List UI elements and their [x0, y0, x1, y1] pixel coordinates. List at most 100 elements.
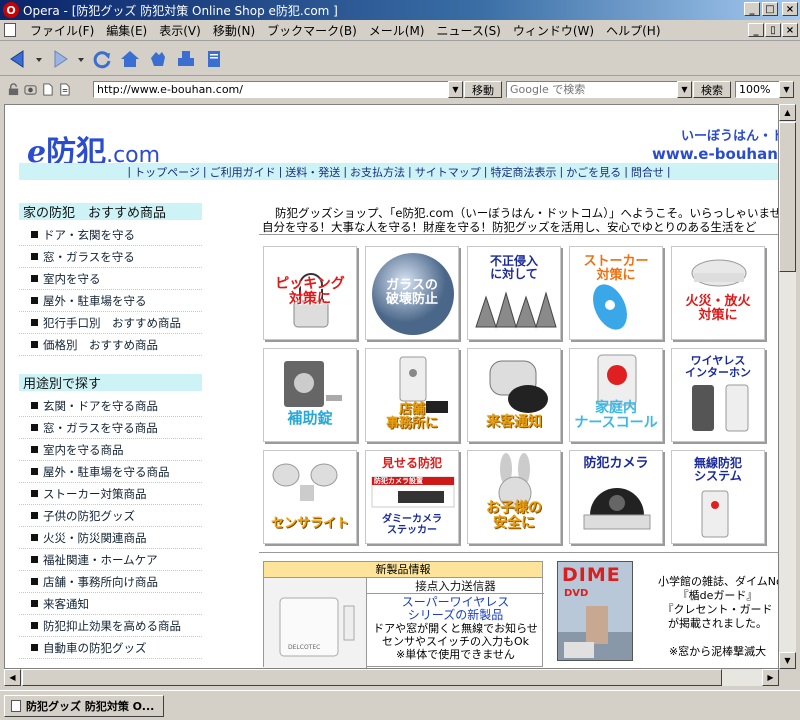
magazine-cover[interactable]: DIME DVD: [557, 561, 633, 661]
new-product-description: スーパーワイヤレス シリーズの新製品 ドアや窓が開くと無線でお知らせ センサやス…: [373, 595, 538, 662]
lock-icon[interactable]: [6, 82, 20, 96]
menu-bookmarks[interactable]: ブックマーク(B): [261, 22, 363, 39]
sidebar-item[interactable]: 火災・防災関連商品: [19, 527, 202, 549]
sidebar-item[interactable]: 玄関・ドアを守る商品: [19, 395, 202, 417]
notes-button[interactable]: [202, 46, 226, 72]
bookmark-icon[interactable]: [57, 82, 71, 96]
sidebar-item[interactable]: 来客通知: [19, 593, 202, 615]
nav-cart[interactable]: かごを見る: [563, 164, 624, 180]
search-button[interactable]: 検索: [693, 81, 731, 98]
horizontal-scrollbar[interactable]: ◀ ▶: [4, 669, 779, 686]
tile-stalker[interactable]: ストーカー 対策に: [569, 246, 663, 340]
menu-news[interactable]: ニュース(S): [430, 22, 506, 39]
page-icon[interactable]: [40, 82, 54, 96]
doc-close-button[interactable]: ×: [782, 23, 798, 37]
tile-children[interactable]: お子様の 安全に: [467, 450, 561, 544]
home-button[interactable]: [118, 46, 142, 72]
menu-view[interactable]: 表示(V): [153, 22, 207, 39]
tile-store-office[interactable]: 店舗 事務所に: [365, 348, 459, 442]
menu-edit[interactable]: 編集(E): [100, 22, 153, 39]
menu-window[interactable]: ウィンドウ(W): [507, 22, 600, 39]
doc-restore-button[interactable]: ▯: [765, 23, 781, 37]
nav-contact[interactable]: 問合せ: [628, 164, 667, 180]
sidebar-item[interactable]: 室内を守る: [19, 268, 202, 290]
menu-navigate[interactable]: 移動(N): [207, 22, 261, 39]
new-product-box[interactable]: 新製品情報 DELCOTEC 接点入力送信器 スーパーワイヤレス シリーズの新製…: [263, 561, 544, 668]
document-icon: [11, 699, 21, 712]
new-product-title[interactable]: 接点入力送信器: [367, 578, 544, 594]
sidebar-item[interactable]: 店舗・事務所向け商品: [19, 571, 202, 593]
menu-file[interactable]: ファイル(F): [24, 22, 100, 39]
print-icon: [178, 50, 194, 66]
print-button[interactable]: [174, 46, 198, 72]
nav-top-page[interactable]: トップページ: [131, 164, 203, 180]
tile-wireless-intercom[interactable]: ワイヤレス インターホン: [671, 348, 765, 442]
vertical-scroll-thumb[interactable]: [779, 122, 796, 272]
page-tab[interactable]: 防犯グッズ 防犯対策 O...: [4, 694, 164, 717]
close-button[interactable]: ×: [782, 2, 798, 16]
scroll-down-arrow-icon[interactable]: ▼: [779, 652, 796, 669]
minimize-button[interactable]: _: [744, 2, 760, 16]
sidebar-item[interactable]: 自動車の防犯グッズ: [19, 637, 202, 659]
back-button[interactable]: [6, 46, 30, 72]
horizontal-scroll-thumb[interactable]: [22, 669, 722, 686]
zoom-field[interactable]: [735, 81, 780, 98]
tile-fire[interactable]: 火災・放火 対策に: [671, 246, 765, 340]
scroll-left-arrow-icon[interactable]: ◀: [4, 669, 21, 686]
sidebar-item[interactable]: 子供の防犯グッズ: [19, 505, 202, 527]
tile-picking[interactable]: ピッキング 対策に: [263, 246, 357, 340]
reload-button[interactable]: [90, 46, 114, 72]
sidebar-item[interactable]: 犯行手口別 おすすめ商品: [19, 312, 202, 334]
tile-label: 来客通知: [486, 414, 542, 430]
tile-dummy-camera[interactable]: 見せる防犯 防犯カメラ設置 ダミーカメラ ステッカー: [365, 450, 459, 544]
sidebar-item[interactable]: 屋外・駐車場を守る商品: [19, 461, 202, 483]
tile-auxiliary-lock[interactable]: 補助錠: [263, 348, 357, 442]
hotlist-button[interactable]: [146, 46, 170, 72]
address-dropdown-button[interactable]: ▼: [448, 81, 463, 98]
tile-sensor-light[interactable]: センサライト: [263, 450, 357, 544]
tile-nurse-call[interactable]: 家庭内 ナースコール: [569, 348, 663, 442]
sidebar-item[interactable]: 防犯抑止効果を高める商品: [19, 615, 202, 637]
search-input[interactable]: [506, 81, 678, 98]
wand-icon[interactable]: [23, 82, 37, 96]
sidebar-section-title: 家の防犯 おすすめ商品: [19, 203, 202, 221]
vertical-scrollbar[interactable]: ▲ ▼: [779, 104, 796, 669]
tile-wireless-system[interactable]: 無線防犯 システム: [671, 450, 765, 544]
tile-visitor[interactable]: 来客通知: [467, 348, 561, 442]
scrollbar-corner: [779, 669, 796, 686]
sidebar-item[interactable]: 屋外・駐車場を守る: [19, 290, 202, 312]
maximize-button[interactable]: □: [762, 2, 778, 16]
forward-history-dropdown[interactable]: [76, 46, 86, 72]
window-title: Opera - [防犯グッズ 防犯対策 Online Shop e防犯.com …: [23, 3, 338, 18]
sidebar-item[interactable]: ドア・玄関を守る: [19, 224, 202, 246]
doc-minimize-button[interactable]: _: [748, 23, 764, 37]
go-button[interactable]: 移動: [464, 81, 502, 98]
sidebar-item[interactable]: 室内を守る商品: [19, 439, 202, 461]
scroll-up-arrow-icon[interactable]: ▲: [779, 104, 796, 121]
search-engine-dropdown[interactable]: ▼: [677, 81, 692, 98]
sidebar-item[interactable]: 価格別 おすすめ商品: [19, 334, 202, 356]
tile-security-camera[interactable]: 防犯カメラ: [569, 450, 663, 544]
square-bullet-icon: [31, 534, 38, 541]
back-history-dropdown[interactable]: [34, 46, 44, 72]
nav-user-guide[interactable]: ご利用ガイド: [207, 164, 279, 180]
tile-glass[interactable]: ガラスの 破壊防止: [365, 246, 459, 340]
nav-shipping[interactable]: 送料・発送: [282, 164, 343, 180]
top-navigation: | トップページ | ご利用ガイド | 送料・発送 | お支払方法 | サイトマップ | …: [19, 163, 778, 180]
title-bar: O Opera - [防犯グッズ 防犯対策 Online Shop e防犯.co…: [0, 0, 800, 20]
address-input[interactable]: [93, 81, 463, 98]
menu-help[interactable]: ヘルプ(H): [600, 22, 666, 39]
sidebar-item[interactable]: ストーカー対策商品: [19, 483, 202, 505]
forward-button[interactable]: [48, 46, 72, 72]
nav-sitemap[interactable]: サイトマップ: [412, 164, 484, 180]
sidebar-item[interactable]: 窓・ガラスを守る商品: [19, 417, 202, 439]
menu-mail[interactable]: メール(M): [363, 22, 431, 39]
sidebar-item[interactable]: 窓・ガラスを守る: [19, 246, 202, 268]
scroll-right-arrow-icon[interactable]: ▶: [762, 669, 779, 686]
sidebar-item[interactable]: 福祉関連・ホームケア: [19, 549, 202, 571]
nav-legal[interactable]: 特定商法表示: [487, 164, 559, 180]
sidebar-list-home: ドア・玄関を守る 窓・ガラスを守る 室内を守る 屋外・駐車場を守る 犯行手口別 …: [19, 224, 202, 356]
zoom-dropdown[interactable]: ▼: [779, 81, 794, 98]
tile-intrusion[interactable]: 不正侵入 に対して: [467, 246, 561, 340]
nav-payment[interactable]: お支払方法: [347, 164, 408, 180]
